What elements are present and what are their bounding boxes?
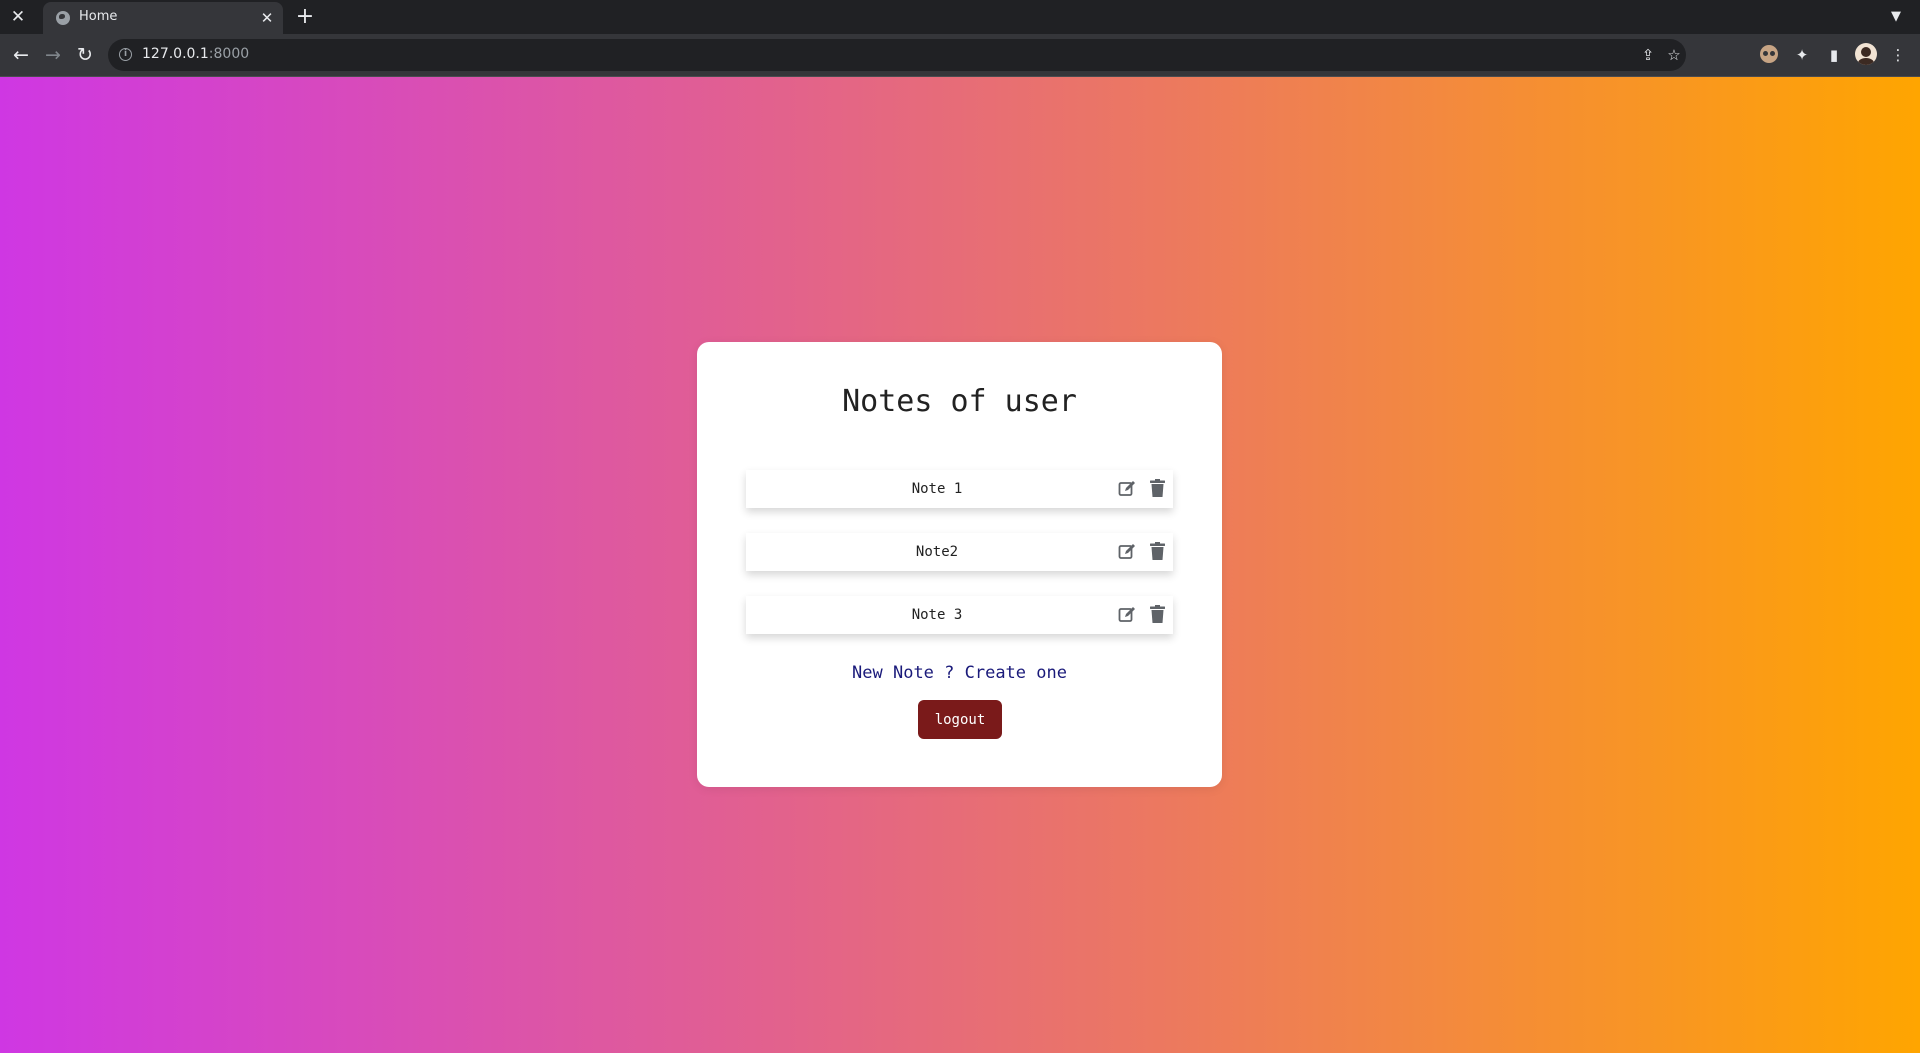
forward-arrow-icon[interactable]: → [40,42,66,68]
note-item[interactable]: Note2 [746,533,1173,571]
tab-close-icon[interactable]: ✕ [257,8,277,28]
address-bar[interactable]: i 127.0.0.1:8000 ⇪ ☆ [108,39,1686,71]
url-port: :8000 [208,46,250,62]
tab-strip: ✕ Home ✕ + ▼ [0,0,1920,34]
note-label[interactable]: Note 1 [746,470,1128,508]
trash-icon[interactable] [1150,542,1165,560]
reload-icon[interactable]: ↻ [72,42,98,68]
note-label[interactable]: Note 3 [746,596,1128,634]
page-title: Notes of user [842,384,1077,419]
url-text: 127.0.0.1:8000 [142,46,249,62]
new-tab-plus-icon[interactable]: + [293,5,317,29]
notes-card: Notes of user Note 1 Note2 Note 3 New No… [697,342,1222,787]
tab-search-chevron-down-icon[interactable]: ▼ [1884,5,1908,29]
bookmark-star-icon[interactable]: ☆ [1662,43,1686,67]
edit-icon[interactable] [1118,543,1136,561]
side-panel-icon[interactable]: ▮ [1822,43,1846,67]
edit-icon[interactable] [1118,480,1136,498]
page-viewport: Notes of user Note 1 Note2 Note 3 New No… [0,77,1920,1053]
trash-icon[interactable] [1150,605,1165,623]
window-close-icon[interactable]: ✕ [6,5,30,29]
tab-title: Home [79,9,118,24]
globe-icon [56,11,70,25]
logout-button[interactable]: logout [918,700,1002,739]
note-item[interactable]: Note 3 [746,596,1173,634]
trash-icon[interactable] [1150,479,1165,497]
site-info-icon[interactable]: i [119,48,132,61]
extension-face-icon[interactable] [1760,45,1778,63]
note-item[interactable]: Note 1 [746,470,1173,508]
browser-toolbar: ← → ↻ i 127.0.0.1:8000 ⇪ ☆ ✦ ▮ ⋮ [0,34,1920,76]
share-icon[interactable]: ⇪ [1636,43,1660,67]
edit-icon[interactable] [1118,606,1136,624]
create-note-link[interactable]: New Note ? Create one [697,663,1222,683]
url-host: 127.0.0.1 [142,46,209,62]
back-arrow-icon[interactable]: ← [8,42,34,68]
tab-home[interactable]: Home ✕ [43,2,283,34]
note-label[interactable]: Note2 [746,533,1128,571]
avatar[interactable] [1855,43,1877,65]
kebab-menu-icon[interactable]: ⋮ [1886,43,1910,67]
puzzle-extensions-icon[interactable]: ✦ [1790,43,1814,67]
